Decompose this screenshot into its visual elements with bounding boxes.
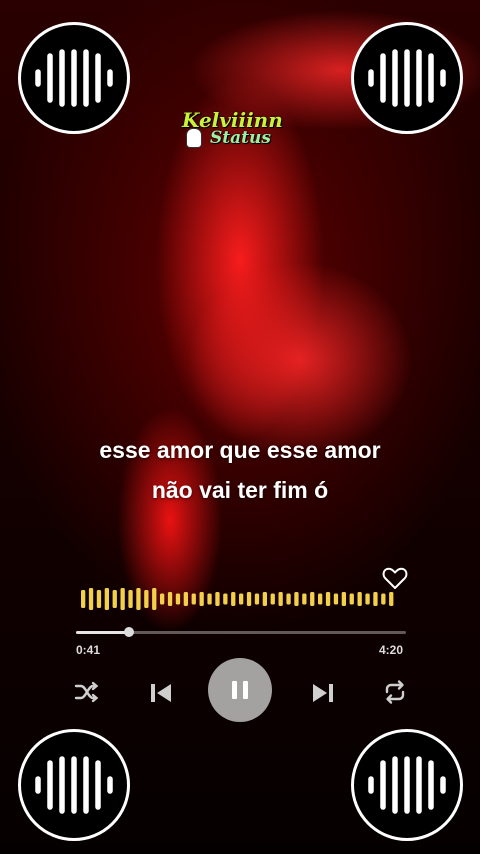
logo-line2: Status [210,128,271,148]
waveform-bar [381,593,386,605]
waveform-bar [104,588,109,610]
waveform-bar [120,588,125,610]
corner-badge-bottom-right [351,729,463,841]
waveform-bar [254,593,260,605]
progress-handle[interactable] [123,627,134,637]
channel-logo: Kelviiinn Status [180,108,300,152]
waveform-bar [88,588,94,610]
waveform-bar [349,593,354,605]
skip-previous-icon [151,684,171,702]
waveform-bar [365,593,370,605]
repeat-button[interactable] [380,677,410,707]
waveform-bar [294,592,299,606]
waveform-bar [175,593,181,605]
progress-fill [76,631,129,634]
waveform-bar [246,592,252,606]
waveform-bar [231,592,236,606]
waveform-bar [223,593,228,605]
waveform-bar [302,593,307,605]
pause-button[interactable] [208,658,272,722]
waveform-bar [128,590,133,608]
audio-bars-icon [368,756,446,814]
progress-slider[interactable] [76,627,406,637]
corner-badge-top-left [18,22,130,134]
waveform-bar [191,593,196,605]
waveform-bar [325,592,331,606]
waveform-bar [112,590,117,608]
waveform-bar [310,592,315,606]
waveform-bar [341,592,346,606]
waveform-bar [333,593,339,605]
next-button[interactable] [307,677,339,709]
waveform-bar [373,592,378,606]
waveform-bar [136,588,141,610]
waveform-bar [160,593,165,605]
audio-bars-icon [368,49,446,107]
waveform-bar [81,590,86,608]
waveform-bar [357,592,362,606]
shuffle-button[interactable] [72,678,102,706]
lyrics-line-1: esse amor que esse amor [99,437,381,463]
waveform-bar [286,593,291,605]
audio-bars-icon [35,756,113,814]
waveform-bar [207,593,212,605]
waveform-bar [239,593,244,605]
waveform-bar [318,593,323,605]
total-duration: 4:20 [379,643,404,657]
waveform-bar [183,592,188,606]
waveform-bar [270,593,275,605]
pause-icon [232,681,248,699]
corner-badge-top-right [351,22,463,134]
waveform-bar [262,592,267,606]
waveform-bar [152,588,157,610]
waveform-bar [215,592,220,606]
waveform-bar [167,592,173,606]
lyrics-line-2: não vai ter fim ó [151,477,329,503]
skip-next-icon [313,684,333,702]
corner-badge-bottom-left [18,729,130,841]
shuffle-icon [74,681,99,703]
elapsed-time: 0:41 [76,643,101,657]
waveform-bar [278,592,283,606]
audio-bars-icon [35,49,113,107]
repeat-icon [385,680,405,704]
audio-waveform [81,588,394,610]
mascot-icon [186,128,202,148]
waveform-bar [144,590,149,608]
waveform-bar [389,592,394,606]
waveform-bar [96,590,102,608]
previous-button[interactable] [145,677,177,709]
waveform-bar [199,592,204,606]
